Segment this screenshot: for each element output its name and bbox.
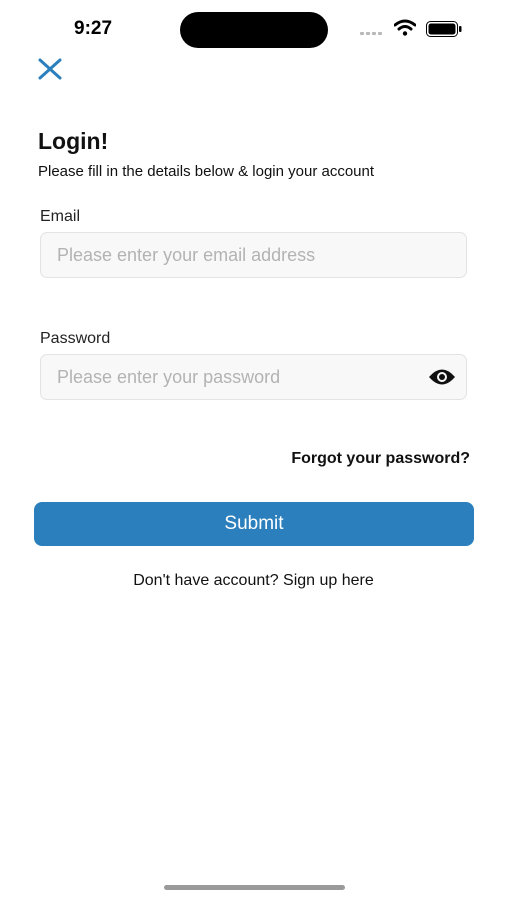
password-field-container [40,354,467,400]
status-bar: 9:27 [0,0,507,56]
close-button[interactable] [36,56,64,82]
home-indicator [164,885,345,890]
cellular-signal-icon [360,30,386,36]
password-label: Password [40,330,111,347]
battery-icon [426,21,462,37]
close-icon [38,58,62,80]
password-field[interactable] [41,355,466,399]
email-field[interactable] [41,233,466,277]
page-title: Login! [38,128,109,154]
forgot-password-link[interactable]: Forgot your password? [291,450,470,468]
eye-icon [429,369,455,385]
email-field-container [40,232,467,278]
page-subtitle: Please fill in the details below & login… [38,163,375,180]
wifi-icon [394,19,416,36]
submit-button[interactable]: Submit [34,502,474,546]
status-time: 9:27 [74,18,113,39]
email-label: Email [40,208,81,225]
dynamic-island [180,12,328,48]
show-password-button[interactable] [428,366,456,388]
signup-link[interactable]: Don't have account? Sign up here [0,572,507,590]
